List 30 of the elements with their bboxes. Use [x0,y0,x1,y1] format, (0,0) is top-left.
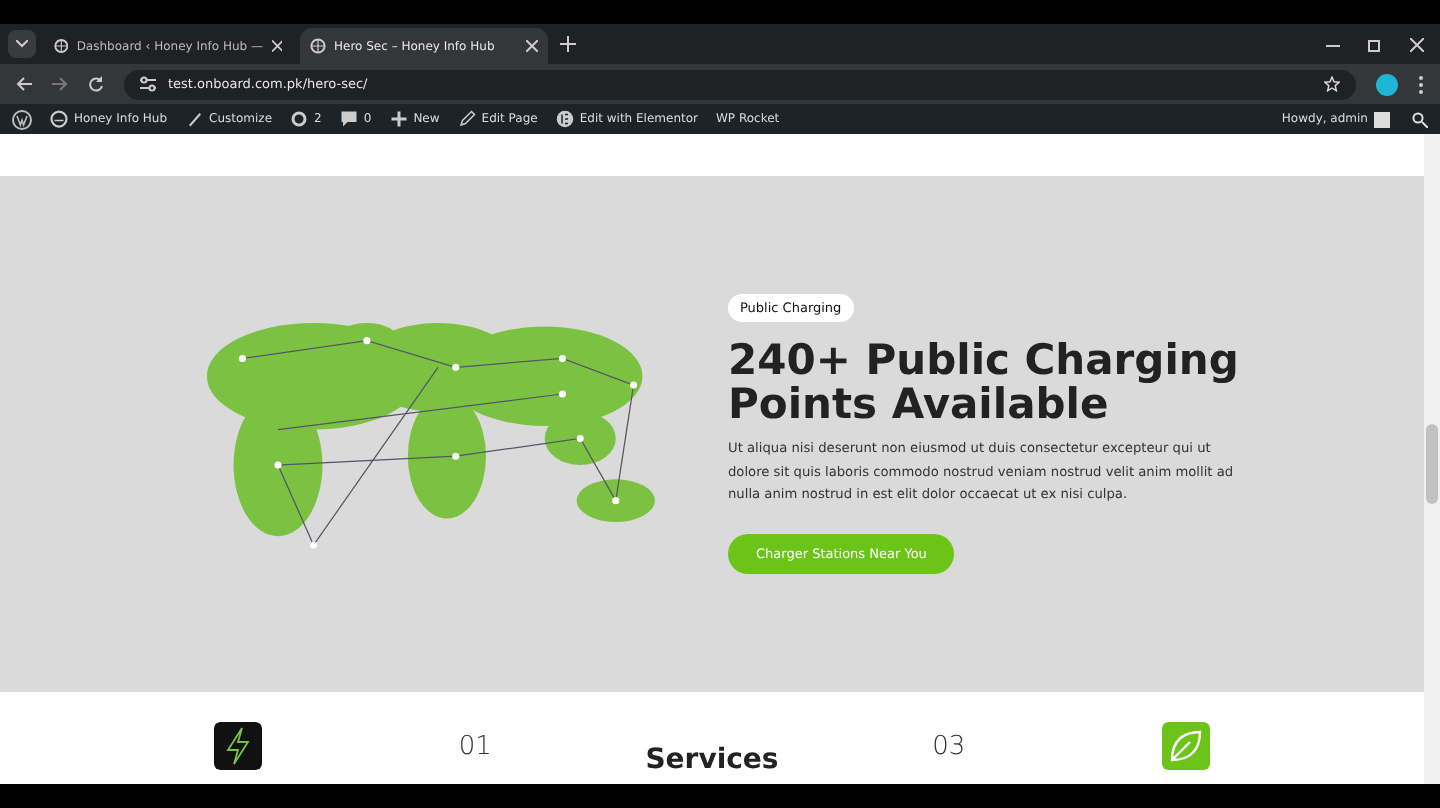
new-tab-icon[interactable] [560,36,576,52]
lightning-icon [214,722,263,770]
plus-icon [389,110,408,128]
close-icon[interactable] [1410,37,1424,51]
back-icon[interactable] [16,76,32,92]
hero-heading: 240+ Public Charging Points Available [728,338,1241,427]
forward-icon[interactable] [52,76,68,92]
leaf-icon [1161,722,1210,770]
restore-icon[interactable] [1368,37,1382,51]
step-number: 01 [458,731,492,761]
comment-icon [339,110,358,128]
star-icon[interactable] [1324,76,1340,92]
user-avatar[interactable] [1374,111,1390,127]
scrollbar[interactable] [1424,134,1440,784]
section-title: Services [645,744,779,776]
reload-icon[interactable] [88,76,104,92]
globe-icon [310,38,326,54]
chevron-down-icon [16,40,28,48]
step-number: 03 [932,731,966,761]
wordpress-logo-icon[interactable] [12,109,32,129]
close-icon[interactable] [526,40,538,52]
close-icon[interactable] [271,40,282,52]
elementor-icon [555,110,574,128]
search-icon[interactable] [1412,111,1428,127]
profile-avatar[interactable] [1376,73,1398,95]
globe-icon [54,38,69,54]
site-settings-icon[interactable] [140,76,156,92]
pencil-icon [457,110,476,128]
menu-icon[interactable] [1418,75,1424,93]
tab-list-button[interactable] [8,30,36,58]
